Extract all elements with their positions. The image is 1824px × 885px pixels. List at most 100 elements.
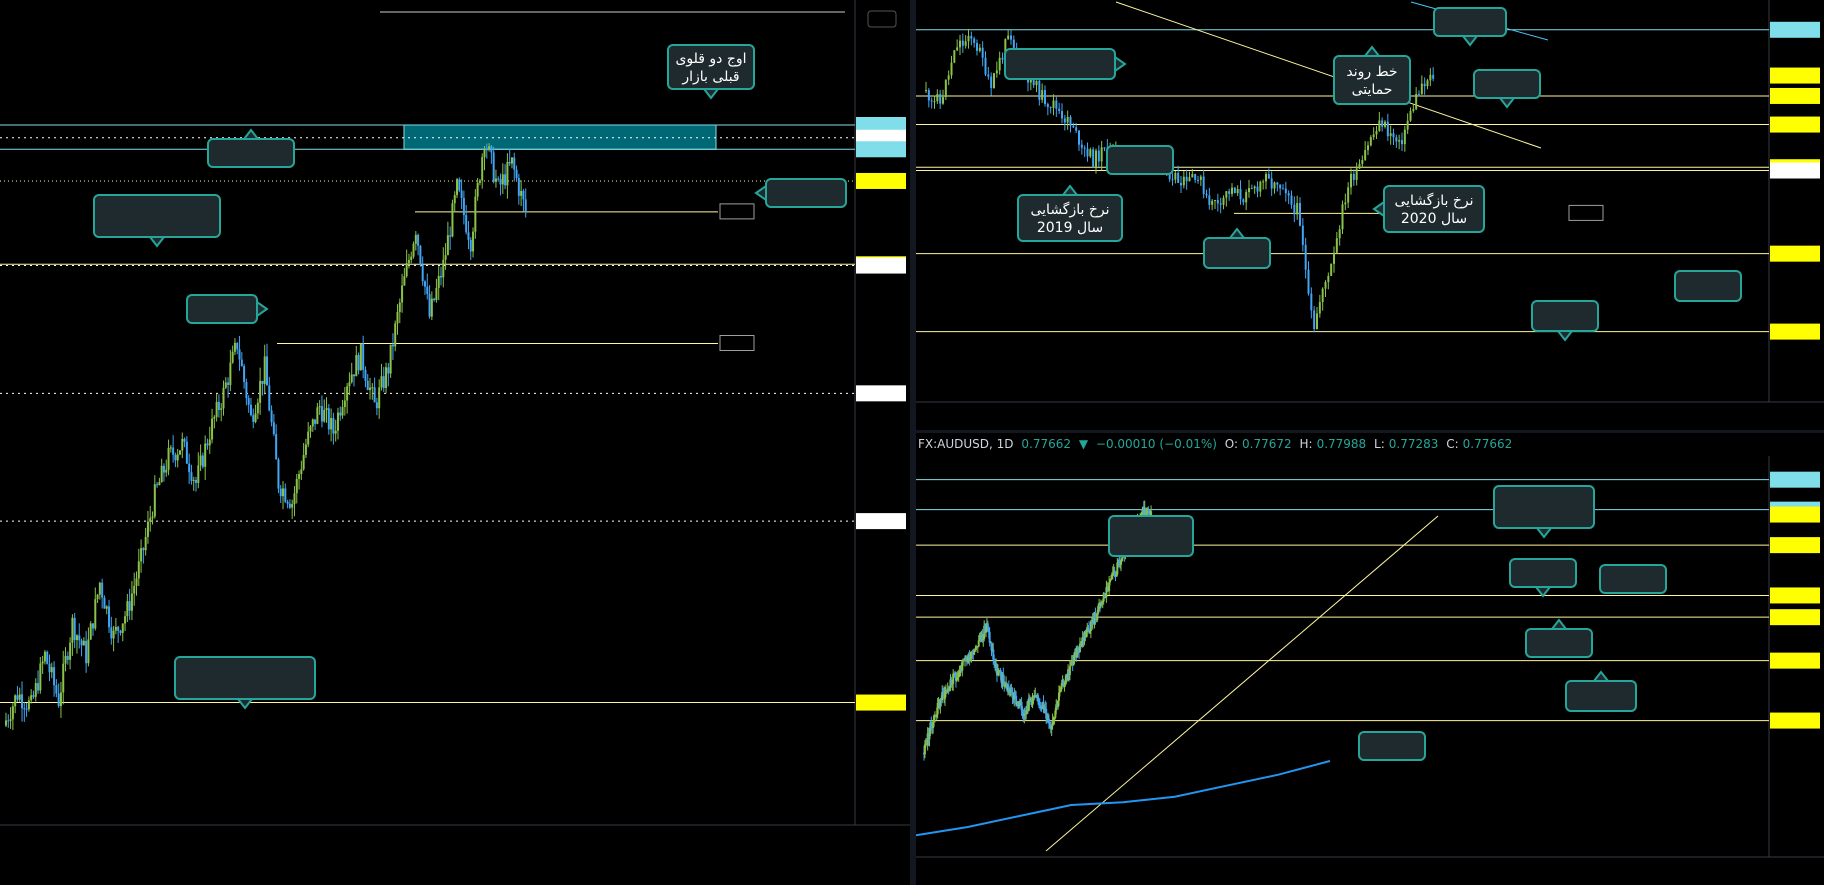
legend-low-label: L: xyxy=(1374,437,1385,451)
w1-callout-support-box[interactable] xyxy=(1203,237,1271,269)
w1-callout-support[interactable] xyxy=(1106,145,1174,175)
h4-candle-body xyxy=(259,380,262,403)
w1-axis-badge-bg xyxy=(1770,162,1820,179)
h4-currency-box xyxy=(867,10,897,28)
d1-callout-support-box[interactable] xyxy=(1358,731,1426,761)
w1-callout-support-box[interactable] xyxy=(1531,300,1599,332)
w1-candle-body xyxy=(1182,176,1185,186)
h4-candle-body xyxy=(236,342,239,350)
h4-candle-body xyxy=(78,635,81,641)
w1-callout-trendline[interactable]: خط روند حمایتی xyxy=(1333,45,1411,105)
h4-candle-body xyxy=(293,493,296,504)
d1-callout-resistance-box[interactable] xyxy=(1108,515,1194,557)
four-hour-chart-svg[interactable]: اوج دو قلوی قبلی بازار xyxy=(0,0,910,885)
h4-candle-body xyxy=(96,594,99,600)
d1-callout-support-box[interactable] xyxy=(1565,680,1637,712)
h4-candle-body xyxy=(492,152,495,182)
d1-callout-support-box[interactable] xyxy=(1509,558,1577,588)
h4-candle-body xyxy=(465,215,468,233)
w1-callout-support[interactable] xyxy=(1203,227,1271,269)
h4-candle-body xyxy=(488,146,491,150)
h4-candle-body xyxy=(412,243,415,257)
w1-callout-support[interactable] xyxy=(1473,69,1541,109)
h4-candle-body xyxy=(146,521,149,537)
h4-candle-body xyxy=(167,447,170,470)
d1-callout-support-box[interactable] xyxy=(1599,564,1667,594)
h4-callout-support[interactable] xyxy=(754,178,847,208)
h4-candle-body xyxy=(153,484,156,517)
h4-candle-body xyxy=(135,578,138,586)
h4-callout-january-open[interactable] xyxy=(93,194,221,248)
w1-axis-badge-bg xyxy=(1770,323,1820,340)
d1-callout-support[interactable] xyxy=(1525,618,1593,658)
d1-callout-support-box[interactable] xyxy=(1525,628,1593,658)
w1-callout-resistance-box[interactable] xyxy=(1433,7,1507,37)
d1-candle-body xyxy=(1119,560,1122,565)
weekly-chart-panel[interactable]: خط روند حمایتی نرخ بازگشایی سال 2019 نرخ باز… xyxy=(916,0,1824,430)
w1-candle-body xyxy=(1381,120,1384,127)
weekly-chart-svg[interactable]: خط روندحمایتی نرخ بازگشاییسال 2019 نرخ باز… xyxy=(916,0,1824,430)
h4-candle-body xyxy=(517,177,520,196)
daily-chart-svg[interactable] xyxy=(916,456,1824,885)
h4-candle-body xyxy=(355,355,358,377)
h4-candle-body xyxy=(449,235,452,237)
h4-candle-body xyxy=(11,706,14,720)
h4-candle-body xyxy=(110,627,113,639)
w1-candle-body xyxy=(1236,189,1239,194)
h4-candle-body xyxy=(460,190,463,198)
w1-callout-resistance[interactable] xyxy=(1433,7,1507,47)
w1-candle-body xyxy=(1061,111,1063,119)
w1-callout-2020-open[interactable]: نرخ بازگشایی سال 2020 xyxy=(1372,185,1485,233)
d1-candle-body xyxy=(988,632,991,643)
h4-candle-body xyxy=(27,700,30,710)
h4-callout-january-open-box[interactable] xyxy=(93,194,221,238)
d1-axis-badge-bg xyxy=(1770,652,1820,669)
w1-candle-body xyxy=(1035,80,1038,86)
d1-callout-support[interactable] xyxy=(1509,558,1577,598)
w1-callout-trendline[interactable] xyxy=(1004,48,1127,80)
d1-callout-resistance-box[interactable] xyxy=(1493,485,1595,529)
h4-callout-support-box[interactable] xyxy=(186,294,258,324)
w1-callout-2019-open-text-line-2: سال 2019 xyxy=(1037,220,1103,236)
h4-callout-support[interactable] xyxy=(186,294,269,324)
h4-callout-december-open[interactable] xyxy=(174,656,316,710)
legend-change: −0.00010 (−0.01%) xyxy=(1095,437,1217,451)
h4-candle-body xyxy=(336,412,339,431)
d1-callout-support[interactable] xyxy=(1599,564,1667,594)
d1-trend-line xyxy=(1045,515,1439,852)
w1-callout-support-box[interactable] xyxy=(1674,270,1742,302)
w1-callout-trendline-box[interactable] xyxy=(1004,48,1116,80)
w1-candle-body xyxy=(1333,252,1335,264)
w1-candle-body xyxy=(1259,181,1262,192)
d1-callout-support[interactable] xyxy=(1565,670,1637,712)
h4-callout-double-top[interactable]: اوج دو قلوی قبلی بازار xyxy=(667,44,755,100)
w1-candle-body xyxy=(1216,199,1219,204)
h4-candle-body xyxy=(506,161,509,186)
w1-candle-body xyxy=(1225,191,1228,198)
w1-callout-support-box[interactable] xyxy=(1473,69,1541,99)
d1-candle-body xyxy=(977,640,980,647)
h4-candle-body xyxy=(375,402,378,409)
h4-callout-december-open-box[interactable] xyxy=(174,656,316,700)
w1-callout-support-box[interactable] xyxy=(1106,145,1174,175)
h4-candle-body xyxy=(343,400,346,408)
h4-callout-resistance-box[interactable] xyxy=(207,138,295,168)
h4-candle-body xyxy=(419,245,422,265)
w1-candle-body xyxy=(987,74,990,77)
h4-candle-body xyxy=(50,667,53,673)
w1-candle-body xyxy=(1092,149,1095,167)
h4-candle-body xyxy=(307,431,310,445)
w1-callout-2019-open[interactable]: نرخ بازگشایی سال 2019 xyxy=(1017,184,1123,242)
daily-chart-panel[interactable] xyxy=(916,456,1824,885)
h4-callout-support-box[interactable] xyxy=(765,178,847,208)
w1-callout-support[interactable] xyxy=(1531,300,1599,342)
d1-callout-resistance[interactable] xyxy=(1493,485,1595,539)
four-hour-chart-panel[interactable]: اوج دو قلوی قبلی بازار xyxy=(0,0,910,885)
d1-callout-support[interactable] xyxy=(1358,731,1426,761)
h4-callout-resistance[interactable] xyxy=(207,128,295,168)
d1-callout-resistance[interactable] xyxy=(1108,515,1194,557)
w1-callout-support[interactable] xyxy=(1674,270,1742,302)
h4-candle-body xyxy=(144,536,147,551)
h4-candle-body xyxy=(9,719,12,721)
h4-candle-body xyxy=(227,382,230,385)
